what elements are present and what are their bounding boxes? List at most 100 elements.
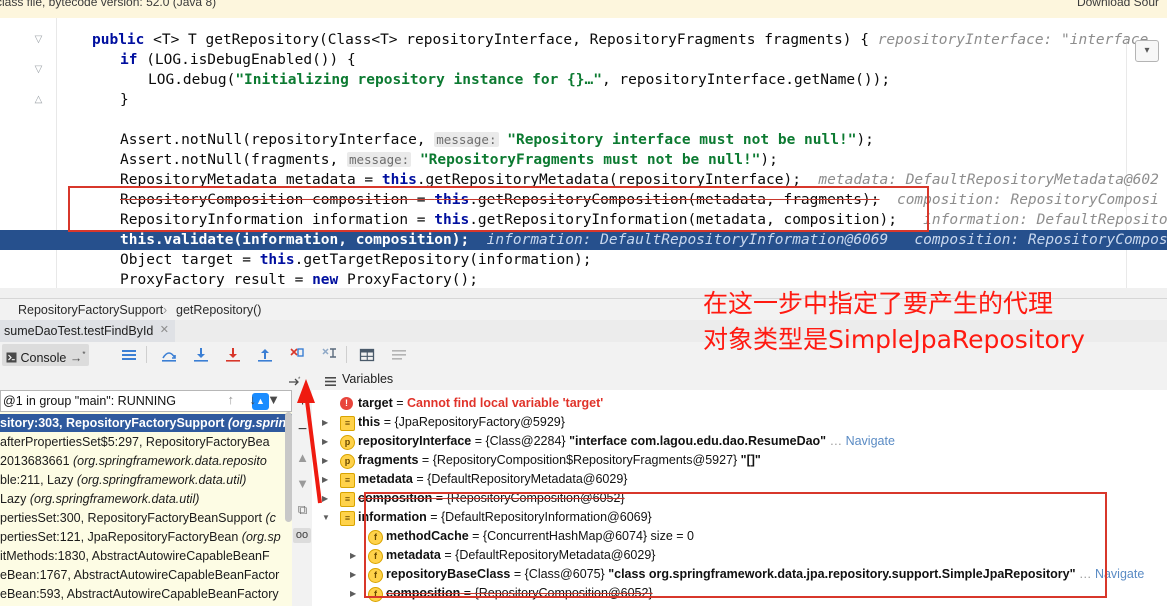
expand-arrow-icon[interactable]: ▶ [322,437,331,446]
code-line[interactable]: public <T> T getRepository(Class<T> repo… [92,30,1148,50]
navigate-link[interactable]: Navigate [1095,567,1144,581]
annotation-line-1: 在这一步中指定了要产生的代理 [703,289,1054,318]
fold-arrow-icon[interactable]: ▽ [33,34,44,45]
variable-value: {DefaultRepositoryMetadata@6029} [427,472,628,486]
show-execution-point-icon[interactable] [120,346,138,364]
thread-selector[interactable]: @1 in group "main": RUNNING ▲ [0,390,292,412]
frames-panel[interactable]: @1 in group "main": RUNNING ▲ ↑ ↓ ▼ sito… [0,390,292,606]
expand-arrow-icon[interactable]: ▶ [350,589,359,598]
code-token: information: DefaultRepositoryInformatio… [477,232,1167,248]
download-sources-link[interactable]: Download Sour [1077,0,1159,9]
console-icon [6,352,17,363]
step-over-icon[interactable] [160,346,178,364]
expand-arrow-icon[interactable]: ▶ [322,494,331,503]
move-up-icon[interactable]: ▲ [295,450,310,465]
editor-expand-button[interactable]: ▾ [1135,40,1159,62]
variable-value: {DefaultRepositoryInformation@6069} [441,510,652,524]
collapse-arrow-icon[interactable]: ▼ [322,513,331,522]
expand-arrow-icon[interactable]: ▶ [322,475,331,484]
code-line[interactable]: RepositoryComposition composition = this… [120,190,1159,210]
add-icon[interactable]: + [295,394,310,410]
variables-panel[interactable]: ! target = Cannot find local variable 'ta… [312,390,1167,606]
frame-row[interactable]: 2013683661 (org.springframework.data.rep… [0,452,292,470]
variable-row[interactable]: ▶ f repositoryBaseClass = {Class@6075} "cl… [312,565,1167,584]
code-line[interactable]: Object target = this.getTargetRepository… [120,250,591,270]
move-down-icon[interactable]: ▼ [295,476,310,491]
expand-arrow-icon[interactable]: ▶ [322,418,331,427]
variable-row[interactable]: ▶ p fragments = {RepositoryComposition$Rep… [312,451,1167,470]
variable-row[interactable]: ! target = Cannot find local variable 'ta… [312,394,1167,413]
copy-icon[interactable]: ⧉ [295,502,310,517]
variable-text: information = {DefaultRepositoryInformat… [358,508,652,527]
force-step-into-icon[interactable] [224,346,242,364]
code-text[interactable]: public <T> T getRepository(Class<T> repo… [0,18,1167,290]
arrow-up-icon[interactable]: ↑ [228,392,235,407]
code-token: information: DefaultReposito [905,212,1167,228]
variable-text: target = Cannot find local variable 'tar… [358,394,603,413]
code-line[interactable]: } [120,90,129,110]
step-into-icon[interactable] [192,346,210,364]
breadcrumb-method[interactable]: getRepository() [176,299,261,321]
frame-row[interactable]: itMethods:1830, AbstractAutowireCapableB… [0,547,292,565]
variable-row[interactable]: f methodCache = {ConcurrentHashMap@6074} … [312,527,1167,546]
variable-text: composition = {RepositoryComposition@605… [358,489,625,508]
frame-row[interactable]: afterPropertiesSet$5:297, RepositoryFact… [0,433,292,451]
frame-row[interactable]: eBean:1767, AbstractAutowireCapableBeanF… [0,566,292,584]
run-tab-active[interactable]: sumeDaoTest.testFindById ✕ [0,320,176,342]
fold-arrow-icon[interactable]: △ [33,94,44,105]
code-line[interactable]: Assert.notNull(fragments, message: "Repo… [120,150,778,170]
navigate-link[interactable]: Navigate [846,434,895,448]
variable-value: {Class@2284} [485,434,570,448]
code-token: composition: RepositoryComposi [879,192,1159,208]
code-token: (LOG.isDebugEnabled()) { [146,52,356,68]
frames-scrollbar[interactable] [285,412,292,522]
frame-label: itMethods:1830, AbstractAutowireCapableB… [0,549,270,563]
arrow-down-icon[interactable]: ↓ [250,392,257,407]
expand-arrow-icon[interactable]: ▶ [350,570,359,579]
variable-text: repositoryBaseClass = {Class@6075} "clas… [386,565,1144,584]
variable-row[interactable]: ▶ ≡ metadata = {DefaultRepositoryMetadata@… [312,470,1167,489]
evaluate-expression-icon[interactable] [358,346,376,364]
step-out-icon[interactable] [256,346,274,364]
frame-package: (org.spring [227,416,292,430]
code-line[interactable]: RepositoryMetadata metadata = this.getRe… [120,170,1159,190]
frame-row[interactable]: ble:211, Lazy (org.springframework.data.… [0,471,292,489]
console-tab-button[interactable]: Console →* [2,344,90,366]
variable-value: {JpaRepositoryFactory@5929} [394,415,565,429]
ellipsis: … [1075,567,1095,581]
frame-row[interactable]: pertiesSet:300, RepositoryFactoryBeanSup… [0,509,292,527]
variable-equals: = [510,567,525,581]
code-line[interactable]: LOG.debug("Initializing repository insta… [148,70,890,90]
code-line[interactable]: RepositoryInformation information = this… [120,210,1167,230]
code-editor[interactable]: ▽ ▽ △ public <T> T getRepository(Class<T… [0,18,1167,290]
code-line[interactable]: if (LOG.isDebugEnabled()) { [120,50,356,70]
variable-text: metadata = {DefaultRepositoryMetadata@60… [358,470,627,489]
arrow-right-star-icon[interactable]: →* [70,350,86,365]
variable-row[interactable]: ▶ f composition = {RepositoryComposition@6… [312,584,1167,603]
variable-row[interactable]: ▼ ≡ information = {DefaultRepositoryInform… [312,508,1167,527]
code-line[interactable]: Assert.notNull(repositoryInterface, mess… [120,130,874,150]
settings-icon[interactable] [390,346,408,364]
bytecode-notification-bar: class file, bytecode version: 52.0 (Java… [0,0,1167,19]
watch-icon[interactable]: oo [293,528,311,543]
drop-frame-icon[interactable] [288,346,306,364]
filter-icon[interactable]: ▼ [267,392,280,407]
frame-row[interactable]: eBean:593, AbstractAutowireCapableBeanFa… [0,585,292,603]
expand-arrow-icon[interactable]: ▶ [350,551,359,560]
frame-row-selected[interactable]: sitory:303, RepositoryFactorySupport (or… [0,414,292,432]
frame-row[interactable]: Lazy (org.springframework.data.util) [0,490,292,508]
close-icon[interactable]: ✕ [158,324,170,336]
remove-icon[interactable]: − [295,422,310,438]
code-line[interactable]: ProxyFactory result = new ProxyFactory()… [120,270,478,290]
fold-arrow-icon[interactable]: ▽ [33,64,44,75]
variable-row[interactable]: ▶ ≡ composition = {RepositoryComposition@6… [312,489,1167,508]
frame-row[interactable]: pertiesSet:121, JpaRepositoryFactoryBean… [0,528,292,546]
variable-row[interactable]: ▶ ≡ this = {JpaRepositoryFactory@5929} [312,413,1167,432]
run-to-cursor-icon[interactable] [320,346,338,364]
code-line[interactable]: this.validate(information, composition);… [120,230,1167,250]
variable-row[interactable]: ▶ f metadata = {DefaultRepositoryMetadata@… [312,546,1167,565]
expand-arrow-icon[interactable]: ▶ [322,456,331,465]
breadcrumb-class[interactable]: RepositoryFactorySupport [18,299,163,321]
variable-value: {ConcurrentHashMap@6074} size = 0 [482,529,694,543]
variable-row[interactable]: ▶ p repositoryInterface = {Class@2284} "in… [312,432,1167,451]
